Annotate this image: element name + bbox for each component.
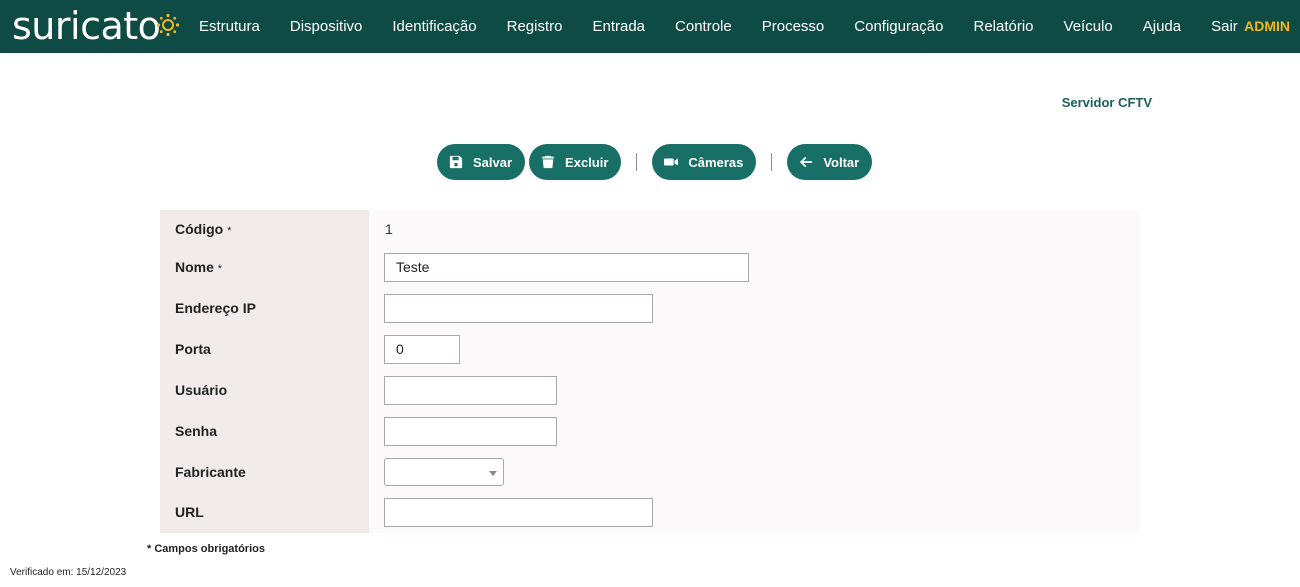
codigo-label-text: Código [175,221,224,237]
video-camera-icon [664,158,679,166]
form-row-url: URL [160,497,1140,527]
page-title: Servidor CFTV [1061,95,1152,110]
usuario-input[interactable] [384,376,557,405]
form-row-usuario: Usuário [160,375,1140,405]
trash-icon [541,155,555,169]
save-button-label: Salvar [473,154,513,170]
current-user-label[interactable]: ADMIN [1244,0,1290,53]
nav-item-configuracao[interactable]: Configuração [839,0,958,53]
required-mark: * [217,263,223,275]
nome-label-text: Nome [175,259,214,275]
porta-input[interactable]: 0 [384,335,460,364]
fabricante-label: Fabricante [175,464,246,480]
toolbar-divider [636,153,638,171]
nav-item-identificacao[interactable]: Identificação [377,0,491,53]
form-row-fabricante: Fabricante [160,457,1140,487]
save-button[interactable]: Salvar [437,144,526,180]
delete-button[interactable]: Excluir [529,144,622,180]
floppy-disk-icon [449,155,463,169]
top-navigation-bar: suricato Estrutura Dispositivo Identific… [0,0,1300,53]
cameras-button-label: Câmeras [688,154,744,170]
senha-input[interactable] [384,417,557,446]
back-button-label: Voltar [823,154,860,170]
porta-label: Porta [175,341,211,357]
form-row-nome: Nome * Teste [160,252,1140,282]
nav-item-estrutura[interactable]: Estrutura [184,0,275,53]
codigo-label: Código * [175,214,231,246]
action-toolbar: Salvar Excluir Câmeras Voltar [437,144,873,180]
codigo-value: 1 [385,221,393,237]
nome-label: Nome * [175,252,222,284]
delete-button-label: Excluir [565,154,609,170]
logo-text: suricato [12,4,161,48]
url-label: URL [175,504,204,520]
nav-item-registro[interactable]: Registro [492,0,578,53]
back-button[interactable]: Voltar [787,144,873,180]
required-mark: * [227,225,232,237]
url-input[interactable] [384,498,653,527]
nav-item-processo[interactable]: Processo [747,0,840,53]
usuario-label: Usuário [175,382,228,398]
nav-item-veiculo[interactable]: Veículo [1049,0,1128,53]
nav-item-controle[interactable]: Controle [660,0,747,53]
required-fields-note: * Campos obrigatórios [147,543,265,555]
main-menu: Estrutura Dispositivo Identificação Regi… [184,0,1253,53]
chevron-down-icon [489,471,497,476]
arrow-left-icon [800,156,813,168]
endereco-ip-label: Endereço IP [175,300,256,316]
toolbar-divider [771,153,773,171]
senha-label: Senha [175,423,218,439]
suricato-logo[interactable]: suricato [12,4,180,48]
form-row-codigo: Código * 1 [160,214,1140,244]
form-row-endereco-ip: Endereço IP [160,293,1140,323]
endereco-ip-input[interactable] [384,294,653,323]
cftv-server-form: Código * 1 Nome * Teste Endereço IP Port… [160,210,1140,533]
cameras-button[interactable]: Câmeras [652,144,757,180]
nav-item-relatorio[interactable]: Relatório [959,0,1049,53]
form-row-porta: Porta 0 [160,334,1140,364]
nav-item-dispositivo[interactable]: Dispositivo [275,0,378,53]
nav-item-entrada[interactable]: Entrada [577,0,660,53]
form-row-senha: Senha [160,416,1140,446]
verified-date-footer: Verificado em: 15/12/2023 [10,567,127,578]
fabricante-select[interactable] [384,458,504,486]
sun-dots-icon [157,13,180,37]
nome-input[interactable]: Teste [384,253,749,282]
nav-item-ajuda[interactable]: Ajuda [1128,0,1196,53]
